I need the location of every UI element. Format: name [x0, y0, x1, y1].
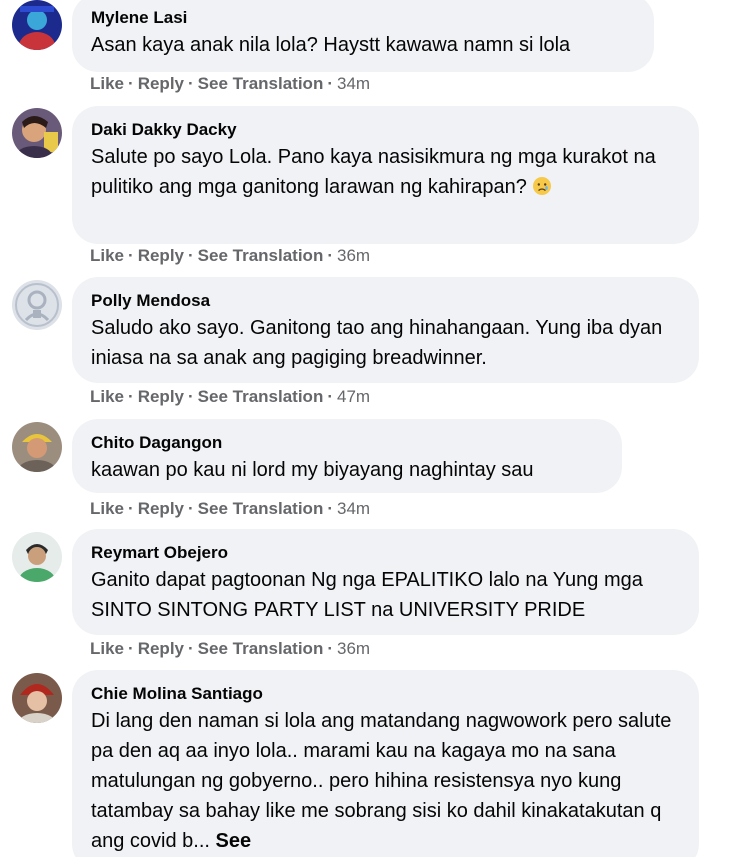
comment-author[interactable]: Chito Dagangon [91, 432, 603, 454]
separator: · [188, 499, 194, 518]
comment-bubble: Chie Molina Santiago Di lang den naman s… [72, 670, 699, 857]
comments-feed: Mylene Lasi Asan kaya anak nila lola? Ha… [0, 0, 750, 857]
comment-bubble: Daki Dakky Dacky Salute po sayo Lola. Pa… [72, 106, 699, 244]
separator: · [327, 639, 334, 658]
separator: · [327, 499, 334, 518]
comment-text: Ganito dapat pagtoonan Ng nga EPALITIKO … [91, 569, 643, 621]
avatar[interactable] [12, 422, 62, 472]
default-profile-icon [12, 280, 62, 330]
comment-timestamp[interactable]: 36m [337, 639, 370, 658]
comment-author[interactable]: Daki Dakky Dacky [91, 119, 680, 141]
comment-author[interactable]: Mylene Lasi [91, 7, 635, 29]
reply-button[interactable]: Reply [138, 387, 184, 406]
comment-text: kaawan po kau ni lord my biyayang naghin… [91, 459, 534, 481]
separator: · [128, 74, 134, 93]
avatar[interactable] [12, 108, 62, 158]
reply-button[interactable]: Reply [138, 74, 184, 93]
separator: · [327, 246, 334, 265]
see-translation-button[interactable]: See Translation [198, 387, 324, 406]
avatar[interactable] [12, 673, 62, 723]
sad-face-emoji-icon [533, 177, 552, 195]
separator: · [128, 246, 134, 265]
like-button[interactable]: Like [90, 387, 124, 406]
comment-author[interactable]: Chie Molina Santiago [91, 683, 680, 705]
avatar[interactable] [12, 0, 62, 50]
comment-author[interactable]: Reymart Obejero [91, 542, 680, 564]
see-translation-button[interactable]: See Translation [198, 246, 324, 265]
profile-photo-icon [12, 0, 62, 50]
avatar[interactable] [12, 280, 62, 330]
reply-button[interactable]: Reply [138, 639, 184, 658]
separator: · [327, 74, 334, 93]
separator: · [188, 246, 194, 265]
comment-text: Saludo ako sayo. Ganitong tao ang hinaha… [91, 317, 663, 369]
profile-photo-icon [12, 108, 62, 158]
see-more-link[interactable]: See [216, 830, 252, 852]
separator: · [188, 74, 194, 93]
separator: · [128, 499, 134, 518]
like-button[interactable]: Like [90, 639, 124, 658]
see-translation-button[interactable]: See Translation [198, 639, 324, 658]
comment-text: Di lang den naman si lola ang matandang … [91, 706, 680, 856]
comment-text-body: Salute po sayo Lola. Pano kaya nasisikmu… [91, 146, 656, 198]
separator: · [188, 639, 194, 658]
reply-button[interactable]: Reply [138, 246, 184, 265]
like-button[interactable]: Like [90, 499, 124, 518]
comment-bubble: Mylene Lasi Asan kaya anak nila lola? Ha… [72, 0, 654, 72]
profile-photo-icon [12, 422, 62, 472]
avatar[interactable] [12, 532, 62, 582]
comment-text-body: Di lang den naman si lola ang matandang … [91, 710, 672, 852]
comment-timestamp[interactable]: 47m [337, 387, 370, 406]
like-button[interactable]: Like [90, 74, 124, 93]
comment-actions: Like · Reply · See Translation · 36m [90, 639, 370, 659]
comment-timestamp[interactable]: 34m [337, 74, 370, 93]
like-button[interactable]: Like [90, 246, 124, 265]
see-translation-button[interactable]: See Translation [198, 499, 324, 518]
comment-text: Asan kaya anak nila lola? Haystt kawawa … [91, 34, 571, 56]
comment-bubble: Reymart Obejero Ganito dapat pagtoonan N… [72, 529, 699, 635]
comment-bubble: Polly Mendosa Saludo ako sayo. Ganitong … [72, 277, 699, 383]
separator: · [188, 387, 194, 406]
comment-text: Salute po sayo Lola. Pano kaya nasisikmu… [91, 142, 680, 202]
comment-actions: Like · Reply · See Translation · 36m [90, 246, 370, 266]
separator: · [128, 639, 134, 658]
reply-button[interactable]: Reply [138, 499, 184, 518]
comment-actions: Like · Reply · See Translation · 34m [90, 499, 370, 519]
comment-actions: Like · Reply · See Translation · 47m [90, 387, 370, 407]
comment-bubble: Chito Dagangon kaawan po kau ni lord my … [72, 419, 622, 493]
separator: · [327, 387, 334, 406]
profile-photo-icon [12, 532, 62, 582]
profile-photo-icon [12, 673, 62, 723]
comment-actions: Like · Reply · See Translation · 34m [90, 74, 370, 94]
separator: · [128, 387, 134, 406]
see-translation-button[interactable]: See Translation [198, 74, 324, 93]
comment-timestamp[interactable]: 34m [337, 499, 370, 518]
comment-timestamp[interactable]: 36m [337, 246, 370, 265]
comment-author[interactable]: Polly Mendosa [91, 290, 680, 312]
